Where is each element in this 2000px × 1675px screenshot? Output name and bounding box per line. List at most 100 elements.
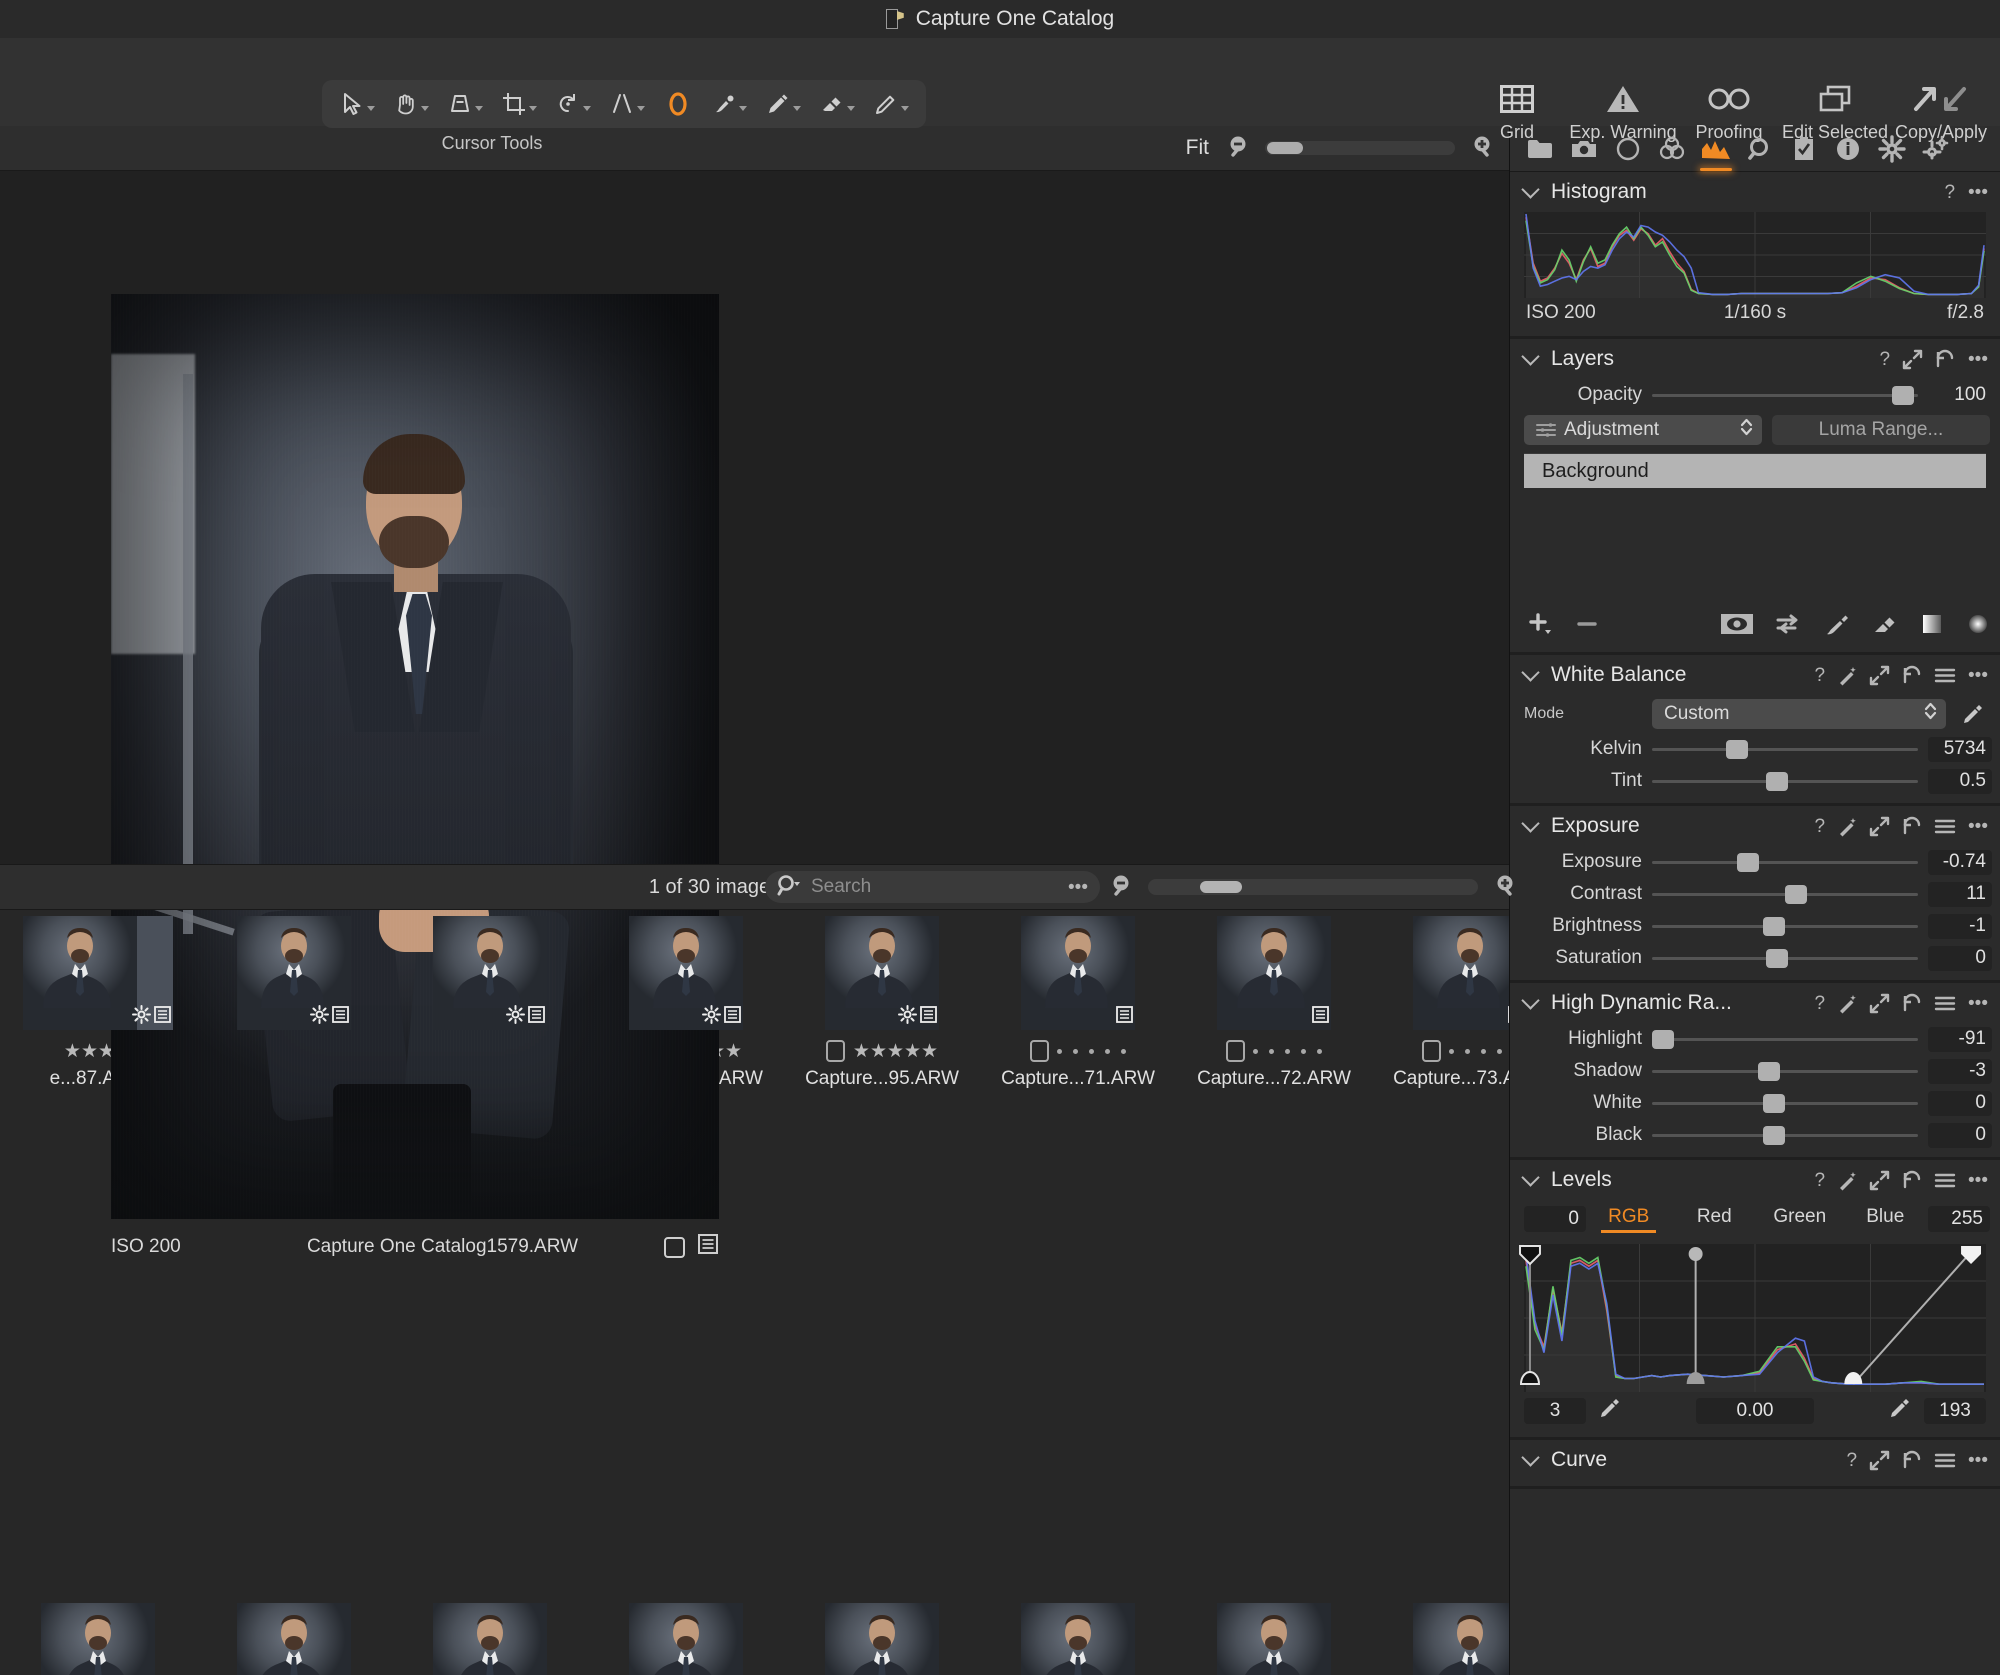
chevron-down-icon[interactable]: [1521, 1448, 1540, 1467]
thumbnail-item[interactable]: [980, 1603, 1176, 1675]
exposure-exposure-slider[interactable]: [1652, 851, 1918, 873]
thumbnail-image[interactable]: [237, 916, 351, 1030]
expand-icon[interactable]: [1869, 1170, 1890, 1190]
metadata-icon[interactable]: [697, 1233, 719, 1261]
reset-icon[interactable]: [1902, 816, 1922, 835]
thumbnail-strip-second-row[interactable]: [0, 1603, 1509, 1675]
zoom-out-icon[interactable]: [1227, 134, 1253, 163]
heal-brush-tool[interactable]: [704, 83, 754, 125]
chevron-down-icon[interactable]: [421, 105, 429, 111]
ellipsis-icon[interactable]: •••: [1968, 1171, 1988, 1190]
layer-list[interactable]: Background: [1524, 453, 1986, 606]
chevron-down-icon[interactable]: [793, 105, 801, 111]
thumbnail-image[interactable]: [825, 1603, 939, 1675]
rotate-tool[interactable]: [548, 83, 598, 125]
levels-input-max[interactable]: 255: [1928, 1206, 1990, 1232]
auto-wand-icon[interactable]: [1838, 666, 1857, 685]
layers-header[interactable]: Layers ? •••: [1510, 339, 2000, 379]
tab-metadata[interactable]: [1826, 127, 1870, 171]
pan-tool[interactable]: [386, 83, 436, 125]
exposure-saturation-value[interactable]: 0: [1928, 945, 1992, 971]
add-layer-icon[interactable]: [1528, 612, 1554, 641]
eyedropper-black-icon[interactable]: [1598, 1396, 1622, 1425]
expand-icon[interactable]: [1869, 1450, 1890, 1470]
thumbnail-item[interactable]: [1176, 1603, 1372, 1675]
hdr-black-slider[interactable]: [1652, 1124, 1918, 1146]
browser-zoom-slider[interactable]: [1148, 879, 1478, 895]
levels-chart[interactable]: [1519, 1244, 1986, 1392]
eraser-icon[interactable]: [1872, 612, 1898, 641]
zoom-slider[interactable]: [1265, 141, 1455, 155]
expand-icon[interactable]: [1869, 993, 1890, 1013]
curve-header[interactable]: Curve ? •••: [1510, 1440, 2000, 1480]
select-tool[interactable]: [332, 83, 382, 125]
thumbnail-image[interactable]: [825, 916, 939, 1030]
help-icon[interactable]: ?: [1879, 350, 1890, 369]
chevron-down-icon[interactable]: [529, 105, 537, 111]
tab-output[interactable]: [1870, 127, 1914, 171]
chevron-down-icon[interactable]: [901, 105, 909, 111]
draw-mask-pencil-tool[interactable]: [866, 83, 916, 125]
rating-stars[interactable]: ★★★★★: [853, 1040, 938, 1063]
rating-dots[interactable]: [1253, 1048, 1322, 1054]
thumbnail-image[interactable]: [1413, 1603, 1509, 1675]
wb-mode-dropdown[interactable]: Custom: [1652, 699, 1946, 729]
reset-icon[interactable]: [1902, 665, 1922, 684]
auto-wand-icon[interactable]: [1838, 994, 1857, 1013]
tint-value[interactable]: 0.5: [1928, 768, 1992, 794]
show-mask-icon[interactable]: [1720, 612, 1754, 641]
thumbnail-image[interactable]: [41, 1603, 155, 1675]
thumbnail-image[interactable]: [1217, 916, 1331, 1030]
rating-dots[interactable]: [1057, 1048, 1126, 1054]
levels-tab-red[interactable]: Red: [1672, 1206, 1758, 1233]
levels-tab-blue[interactable]: Blue: [1843, 1206, 1929, 1233]
chevron-down-icon[interactable]: [583, 105, 591, 111]
tint-slider[interactable]: [1652, 770, 1918, 792]
hdr-highlight-value[interactable]: -91: [1928, 1026, 1992, 1052]
search-input[interactable]: [811, 876, 1061, 898]
help-icon[interactable]: ?: [1814, 817, 1825, 836]
chevron-down-icon[interactable]: [1521, 347, 1540, 366]
opacity-slider[interactable]: [1652, 384, 1918, 406]
tab-details[interactable]: [1738, 127, 1782, 171]
gradient-icon[interactable]: [1920, 612, 1944, 641]
kelvin-value[interactable]: 5734: [1928, 736, 1992, 762]
thumbnail-image[interactable]: [237, 1603, 351, 1675]
histogram-header[interactable]: Histogram ? •••: [1510, 172, 2000, 212]
levels-tab-green[interactable]: Green: [1757, 1206, 1843, 1233]
tool-list[interactable]: Histogram ? ••• ISO 200 1/160 s f/2.8 La…: [1510, 172, 2000, 1675]
menu-icon[interactable]: [1934, 1453, 1956, 1468]
chevron-down-icon[interactable]: [1521, 180, 1540, 199]
thumbnail-image[interactable]: [433, 1603, 547, 1675]
chevron-down-icon[interactable]: [1521, 663, 1540, 682]
thumbnail-image[interactable]: [1021, 916, 1135, 1030]
chevron-down-icon[interactable]: [1521, 1168, 1540, 1187]
thumbnail-image[interactable]: [23, 916, 173, 1030]
exposure-brightness-slider[interactable]: [1652, 915, 1918, 937]
thumbnail-image[interactable]: [1021, 1603, 1135, 1675]
tab-adjustments[interactable]: [1782, 127, 1826, 171]
menu-icon[interactable]: [1934, 996, 1956, 1011]
expand-icon[interactable]: [1869, 665, 1890, 685]
eyedropper-white-icon[interactable]: [1888, 1396, 1912, 1425]
levels-output-white[interactable]: 193: [1924, 1397, 1986, 1424]
expand-icon[interactable]: [1902, 349, 1923, 369]
thumbnail-checkbox[interactable]: [825, 1040, 845, 1062]
reset-icon[interactable]: [1902, 1170, 1922, 1189]
ellipse-mask-tool[interactable]: [656, 83, 700, 125]
hdr-shadow-value[interactable]: -3: [1928, 1058, 1992, 1084]
thumbnail-item[interactable]: [392, 1603, 588, 1675]
keystone-tool[interactable]: [440, 83, 490, 125]
auto-wand-icon[interactable]: [1838, 817, 1857, 836]
thumbnail-checkbox[interactable]: [1226, 1040, 1245, 1062]
search-icon[interactable]: [777, 874, 803, 901]
kelvin-slider[interactable]: [1652, 738, 1918, 760]
thumbnail-checkbox[interactable]: [1030, 1040, 1049, 1062]
thumbnail-image[interactable]: [629, 1603, 743, 1675]
thumbnail-item[interactable]: [588, 1603, 784, 1675]
menu-icon[interactable]: [1934, 668, 1956, 683]
tab-capture[interactable]: [1562, 127, 1606, 171]
opacity-value[interactable]: 100: [1928, 383, 1992, 408]
levels-tab-rgb[interactable]: RGB: [1586, 1206, 1672, 1233]
checkbox-icon[interactable]: [664, 1236, 685, 1258]
